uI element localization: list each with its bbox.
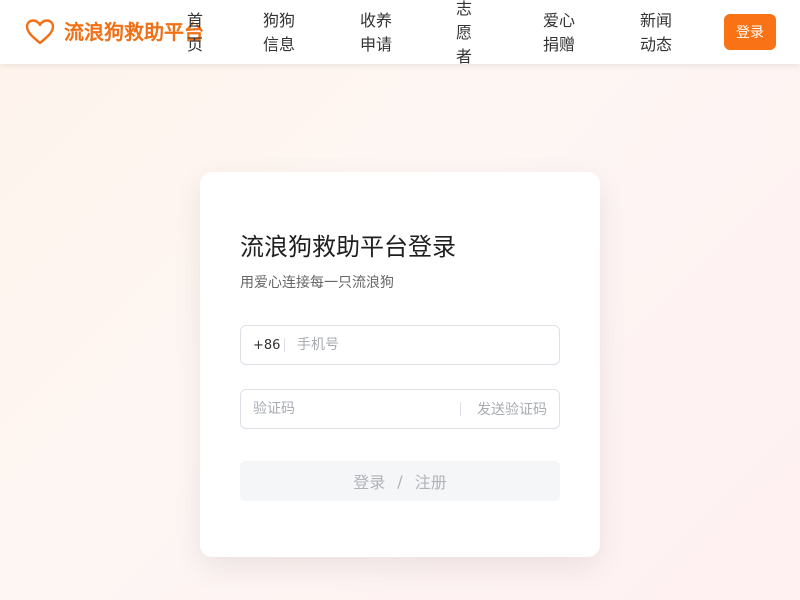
phone-field[interactable]: +86: [240, 325, 560, 365]
phone-input[interactable]: [297, 326, 547, 364]
login-card: 流浪狗救助平台登录 用爱心连接每一只流浪狗 +86 发送验证码 登录 / 注册: [200, 172, 600, 557]
nav-item-volunteer-label-3: 者: [455, 47, 472, 66]
login-register-button[interactable]: 登录 / 注册: [240, 461, 560, 501]
nav-item-dog-info[interactable]: 狗狗 信息: [262, 9, 296, 57]
nav-item-dog-info-label-1: 狗狗: [262, 11, 295, 30]
submit-register-label: 注册: [414, 473, 447, 492]
nav-item-donation-label-2: 捐赠: [542, 35, 575, 54]
nav-item-home-label-1: 首: [186, 11, 203, 30]
login-title: 流浪狗救助平台登录: [240, 233, 456, 261]
nav-item-news-label-2: 动态: [639, 35, 672, 54]
phone-divider: [284, 338, 285, 352]
nav-item-adoption-label-2: 申请: [359, 35, 392, 54]
country-code-prefix[interactable]: +86: [253, 336, 280, 356]
nav-item-adoption[interactable]: 收养 申请: [359, 9, 393, 57]
nav-item-dog-info-label-2: 信息: [262, 35, 295, 54]
nav-item-home[interactable]: 首 页: [186, 9, 204, 57]
verification-code-input[interactable]: [253, 390, 453, 428]
nav-item-volunteer-label-2: 愿: [455, 23, 472, 42]
nav-item-volunteer-label-1: 志: [455, 0, 472, 18]
nav-item-donation[interactable]: 爱心 捐赠: [542, 9, 576, 57]
top-navbar: 流浪狗救助平台 首 页 狗狗 信息 收养 申请 志 愿 者 爱心 捐赠 新闻 动…: [0, 0, 800, 66]
nav-item-news[interactable]: 新闻 动态: [639, 9, 673, 57]
login-subtitle: 用爱心连接每一只流浪狗: [240, 275, 394, 291]
nav-item-home-label-2: 页: [186, 35, 203, 54]
send-code-button[interactable]: 发送验证码: [477, 400, 547, 420]
nav-item-donation-label-1: 爱心: [542, 11, 575, 30]
submit-separator: /: [397, 471, 403, 491]
nav-item-adoption-label-1: 收养: [359, 11, 392, 30]
code-divider: [460, 402, 461, 416]
verification-code-field[interactable]: 发送验证码: [240, 389, 560, 429]
submit-login-label: 登录: [353, 473, 386, 492]
header-login-button[interactable]: 登录: [724, 14, 776, 50]
nav-item-volunteer[interactable]: 志 愿 者: [455, 0, 473, 69]
nav-item-news-label-1: 新闻: [639, 11, 672, 30]
heart-icon[interactable]: [24, 16, 56, 48]
brand-name[interactable]: 流浪狗救助平台: [64, 18, 204, 46]
